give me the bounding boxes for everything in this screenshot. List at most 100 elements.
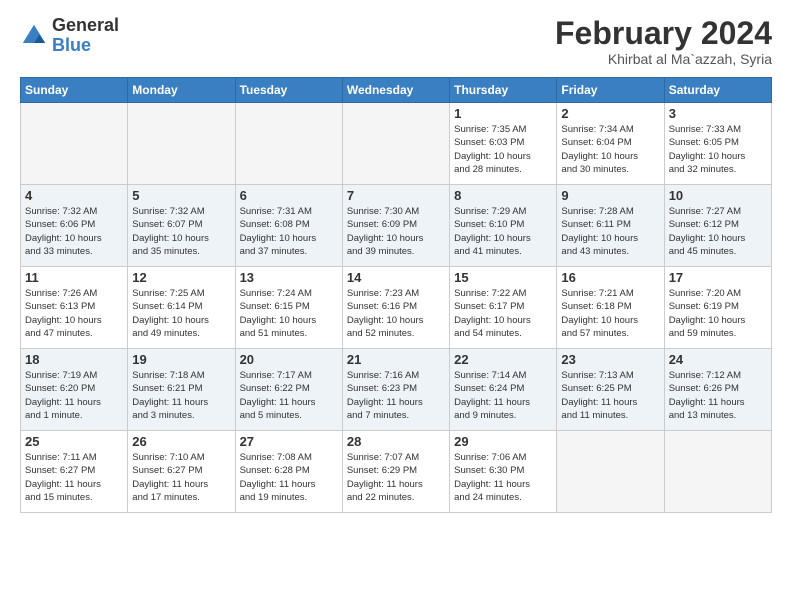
day-number: 18 <box>25 352 123 367</box>
logo: General Blue <box>20 16 119 56</box>
week-row-2: 4Sunrise: 7:32 AM Sunset: 6:06 PM Daylig… <box>21 185 772 267</box>
title-area: February 2024 Khirbat al Ma`azzah, Syria <box>555 16 772 67</box>
page-container: General Blue February 2024 Khirbat al Ma… <box>0 0 792 523</box>
calendar-cell: 21 Sunrise: 7:16 AM Sunset: 6:23 PM Dayli… <box>342 349 449 431</box>
location: Khirbat al Ma`azzah, Syria <box>555 51 772 67</box>
calendar-cell: 9 Sunrise: 7:28 AM Sunset: 6:11 PM Daylig… <box>557 185 664 267</box>
logo-blue: Blue <box>52 36 119 56</box>
day-info: Sunrise: 7:16 AM Sunset: 6:23 PM Dayligh… <box>347 369 445 422</box>
day-number: 23 <box>561 352 659 367</box>
logo-text: General Blue <box>52 16 119 56</box>
calendar-cell: 26Sunrise: 7:10 AM Sunset: 6:27 PM Dayli… <box>128 431 235 513</box>
day-number: 15 <box>454 270 552 285</box>
day-number: 1 <box>454 106 552 121</box>
week-row-1: 1Sunrise: 7:35 AM Sunset: 6:03 PM Daylig… <box>21 103 772 185</box>
header-tuesday: Tuesday <box>235 78 342 103</box>
logo-general: General <box>52 16 119 36</box>
day-info: Sunrise: 7:12 AM Sunset: 6:26 PM Dayligh… <box>669 369 767 422</box>
day-info: Sunrise: 7:34 AM Sunset: 6:04 PM Dayligh… <box>561 123 659 176</box>
day-number: 27 <box>240 434 338 449</box>
calendar-cell <box>664 431 771 513</box>
calendar-cell: 13 Sunrise: 7:24 AM Sunset: 6:15 PM Dayli… <box>235 267 342 349</box>
day-info: Sunrise: 7:21 AM Sunset: 6:18 PM Dayligh… <box>561 287 659 340</box>
day-number: 3 <box>669 106 767 121</box>
day-number: 19 <box>132 352 230 367</box>
calendar-cell: 14Sunrise: 7:23 AM Sunset: 6:16 PM Dayli… <box>342 267 449 349</box>
day-number: 9 <box>561 188 659 203</box>
day-number: 5 <box>132 188 230 203</box>
day-info: Sunrise: 7:32 AM Sunset: 6:07 PM Dayligh… <box>132 205 230 258</box>
day-info: Sunrise: 7:31 AM Sunset: 6:08 PM Dayligh… <box>240 205 338 258</box>
day-number: 22 <box>454 352 552 367</box>
day-number: 14 <box>347 270 445 285</box>
calendar-table: Sunday Monday Tuesday Wednesday Thursday… <box>20 77 772 513</box>
day-number: 10 <box>669 188 767 203</box>
header-saturday: Saturday <box>664 78 771 103</box>
day-info: Sunrise: 7:29 AM Sunset: 6:10 PM Dayligh… <box>454 205 552 258</box>
calendar-cell: 15Sunrise: 7:22 AM Sunset: 6:17 PM Dayli… <box>450 267 557 349</box>
calendar-cell: 17Sunrise: 7:20 AM Sunset: 6:19 PM Dayli… <box>664 267 771 349</box>
calendar-cell: 22 Sunrise: 7:14 AM Sunset: 6:24 PM Dayli… <box>450 349 557 431</box>
calendar-cell: 19 Sunrise: 7:18 AM Sunset: 6:21 PM Dayli… <box>128 349 235 431</box>
day-number: 21 <box>347 352 445 367</box>
calendar-cell: 25Sunrise: 7:11 AM Sunset: 6:27 PM Dayli… <box>21 431 128 513</box>
day-info: Sunrise: 7:08 AM Sunset: 6:28 PM Dayligh… <box>240 451 338 504</box>
day-info: Sunrise: 7:14 AM Sunset: 6:24 PM Dayligh… <box>454 369 552 422</box>
day-number: 16 <box>561 270 659 285</box>
day-info: Sunrise: 7:28 AM Sunset: 6:11 PM Dayligh… <box>561 205 659 258</box>
week-row-3: 11 Sunrise: 7:26 AM Sunset: 6:13 PM Dayli… <box>21 267 772 349</box>
day-number: 12 <box>132 270 230 285</box>
day-number: 7 <box>347 188 445 203</box>
day-info: Sunrise: 7:06 AM Sunset: 6:30 PM Dayligh… <box>454 451 552 504</box>
calendar-cell: 1Sunrise: 7:35 AM Sunset: 6:03 PM Daylig… <box>450 103 557 185</box>
day-number: 13 <box>240 270 338 285</box>
day-number: 8 <box>454 188 552 203</box>
calendar-cell: 28Sunrise: 7:07 AM Sunset: 6:29 PM Dayli… <box>342 431 449 513</box>
calendar-cell <box>557 431 664 513</box>
day-number: 6 <box>240 188 338 203</box>
day-number: 4 <box>25 188 123 203</box>
week-row-4: 18 Sunrise: 7:19 AM Sunset: 6:20 PM Dayli… <box>21 349 772 431</box>
day-info: Sunrise: 7:19 AM Sunset: 6:20 PM Dayligh… <box>25 369 123 422</box>
calendar-cell <box>21 103 128 185</box>
logo-icon <box>20 22 48 50</box>
header-monday: Monday <box>128 78 235 103</box>
day-info: Sunrise: 7:33 AM Sunset: 6:05 PM Dayligh… <box>669 123 767 176</box>
day-number: 11 <box>25 270 123 285</box>
calendar-cell <box>128 103 235 185</box>
day-number: 25 <box>25 434 123 449</box>
page-header: General Blue February 2024 Khirbat al Ma… <box>20 16 772 67</box>
calendar-cell: 27 Sunrise: 7:08 AM Sunset: 6:28 PM Dayli… <box>235 431 342 513</box>
calendar-cell: 3 Sunrise: 7:33 AM Sunset: 6:05 PM Daylig… <box>664 103 771 185</box>
calendar-cell: 5 Sunrise: 7:32 AM Sunset: 6:07 PM Daylig… <box>128 185 235 267</box>
header-wednesday: Wednesday <box>342 78 449 103</box>
calendar-cell: 16 Sunrise: 7:21 AM Sunset: 6:18 PM Dayli… <box>557 267 664 349</box>
calendar-cell: 6 Sunrise: 7:31 AM Sunset: 6:08 PM Daylig… <box>235 185 342 267</box>
month-title: February 2024 <box>555 16 772 51</box>
week-row-5: 25Sunrise: 7:11 AM Sunset: 6:27 PM Dayli… <box>21 431 772 513</box>
calendar-cell: 8 Sunrise: 7:29 AM Sunset: 6:10 PM Daylig… <box>450 185 557 267</box>
calendar-cell: 12 Sunrise: 7:25 AM Sunset: 6:14 PM Dayli… <box>128 267 235 349</box>
calendar-cell: 7Sunrise: 7:30 AM Sunset: 6:09 PM Daylig… <box>342 185 449 267</box>
calendar-cell: 4Sunrise: 7:32 AM Sunset: 6:06 PM Daylig… <box>21 185 128 267</box>
header-thursday: Thursday <box>450 78 557 103</box>
header-sunday: Sunday <box>21 78 128 103</box>
day-info: Sunrise: 7:24 AM Sunset: 6:15 PM Dayligh… <box>240 287 338 340</box>
day-number: 24 <box>669 352 767 367</box>
calendar-cell: 18 Sunrise: 7:19 AM Sunset: 6:20 PM Dayli… <box>21 349 128 431</box>
day-number: 2 <box>561 106 659 121</box>
calendar-cell: 24 Sunrise: 7:12 AM Sunset: 6:26 PM Dayli… <box>664 349 771 431</box>
day-info: Sunrise: 7:18 AM Sunset: 6:21 PM Dayligh… <box>132 369 230 422</box>
day-info: Sunrise: 7:10 AM Sunset: 6:27 PM Dayligh… <box>132 451 230 504</box>
calendar-cell: 23Sunrise: 7:13 AM Sunset: 6:25 PM Dayli… <box>557 349 664 431</box>
day-info: Sunrise: 7:26 AM Sunset: 6:13 PM Dayligh… <box>25 287 123 340</box>
calendar-cell <box>342 103 449 185</box>
day-info: Sunrise: 7:25 AM Sunset: 6:14 PM Dayligh… <box>132 287 230 340</box>
calendar-cell: 10Sunrise: 7:27 AM Sunset: 6:12 PM Dayli… <box>664 185 771 267</box>
calendar-cell <box>235 103 342 185</box>
calendar-cell: 11 Sunrise: 7:26 AM Sunset: 6:13 PM Dayli… <box>21 267 128 349</box>
day-info: Sunrise: 7:17 AM Sunset: 6:22 PM Dayligh… <box>240 369 338 422</box>
day-number: 20 <box>240 352 338 367</box>
calendar-cell: 2 Sunrise: 7:34 AM Sunset: 6:04 PM Daylig… <box>557 103 664 185</box>
day-number: 28 <box>347 434 445 449</box>
